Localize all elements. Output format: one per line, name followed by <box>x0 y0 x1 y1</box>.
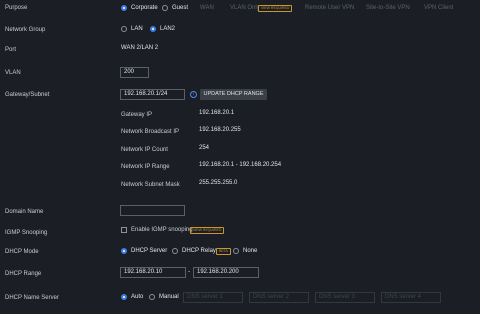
purpose-corporate-radio[interactable] <box>121 5 127 11</box>
dhcp-range-end-input[interactable]: 192.168.20.200 <box>193 267 259 278</box>
detail-value: 255.255.255.0 <box>199 180 238 186</box>
detail-label: Network IP Range <box>121 164 170 170</box>
dns-manual-label[interactable]: Manual <box>159 294 179 300</box>
purpose-wan-label: WAN <box>200 5 214 11</box>
network-group-lan-radio[interactable] <box>121 26 127 32</box>
info-icon[interactable]: i <box>190 91 197 98</box>
purpose-corporate-label[interactable]: Corporate <box>131 5 158 11</box>
dns-server-2-input[interactable]: DNS server 2 <box>249 292 309 303</box>
detail-value: 192.168.20.1 - 192.168.20.254 <box>199 162 282 168</box>
dns-server-4-input[interactable]: DNS server 4 <box>381 292 441 303</box>
purpose-guest-radio[interactable] <box>162 5 168 11</box>
detail-label: Network IP Count <box>121 147 168 153</box>
dhcp-range-start-input[interactable]: 192.168.20.10 <box>120 267 186 278</box>
igmp-snooping-checkbox-label[interactable]: Enable IGMP snooping <box>131 227 193 233</box>
purpose-label: Purpose <box>5 5 28 11</box>
port-value: WAN 2/LAN 2 <box>121 45 159 51</box>
network-group-lan2-radio[interactable] <box>150 26 156 32</box>
dhcp-none-label[interactable]: None <box>243 248 257 254</box>
dhcp-relay-label[interactable]: DHCP Relay <box>182 248 216 254</box>
igmp-badge: VIEW REQUIRED <box>190 227 225 234</box>
purpose-vpn-client-label: VPN Client <box>424 5 454 11</box>
vlan-label: VLAN <box>5 70 21 76</box>
dhcp-range-label: DHCP Range <box>5 271 42 277</box>
vlan-input[interactable]: 200 <box>120 67 149 78</box>
purpose-guest-label[interactable]: Guest <box>172 5 188 11</box>
dhcp-mode-label: DHCP Mode <box>5 249 39 255</box>
igmp-snooping-label: IGMP Snooping <box>5 230 48 236</box>
dns-auto-label[interactable]: Auto <box>131 294 143 300</box>
detail-label: Network Broadcast IP <box>121 129 180 135</box>
dhcp-server-radio[interactable] <box>121 248 127 254</box>
network-group-lan-label[interactable]: LAN <box>131 26 143 32</box>
dhcp-server-label[interactable]: DHCP Server <box>131 248 167 254</box>
gateway-subnet-input[interactable]: 192.168.20.1/24 <box>120 89 185 100</box>
detail-value: 192.168.20.1 <box>199 110 235 116</box>
dns-auto-radio[interactable] <box>121 294 127 300</box>
update-dhcp-range-button[interactable]: UPDATE DHCP RANGE <box>200 89 267 100</box>
detail-value: 192.168.20.255 <box>199 127 241 133</box>
dns-server-3-input[interactable]: DNS server 3 <box>315 292 375 303</box>
vlan-only-badge: VIEW REQUIRED <box>258 5 293 12</box>
dns-manual-radio[interactable] <box>149 294 155 300</box>
purpose-vlan-only-label: VLAN Only <box>230 5 260 11</box>
dhcp-name-server-label: DHCP Name Server <box>5 295 59 301</box>
dhcp-range-separator: - <box>188 269 190 275</box>
gateway-subnet-label: Gateway/Subnet <box>5 92 50 98</box>
dhcp-relay-radio[interactable] <box>172 248 178 254</box>
igmp-snooping-checkbox[interactable] <box>121 227 127 233</box>
dhcp-none-radio[interactable] <box>233 248 239 254</box>
purpose-remote-vpn-label: Remote User VPN <box>305 5 355 11</box>
port-label: Port <box>5 47 17 53</box>
purpose-site-vpn-label: Site-to-Site VPN <box>366 5 410 11</box>
domain-name-label: Domain Name <box>5 209 44 215</box>
network-group-label: Network Group <box>5 27 46 33</box>
detail-label: Gateway IP <box>121 112 153 118</box>
detail-label: Network Subnet Mask <box>121 182 180 188</box>
detail-value: 254 <box>199 145 210 151</box>
network-group-lan2-label[interactable]: LAN2 <box>160 26 175 32</box>
beta-badge: BETA <box>216 248 231 255</box>
dns-server-1-input[interactable]: DNS server 1 <box>183 292 243 303</box>
domain-name-input[interactable] <box>120 205 185 216</box>
